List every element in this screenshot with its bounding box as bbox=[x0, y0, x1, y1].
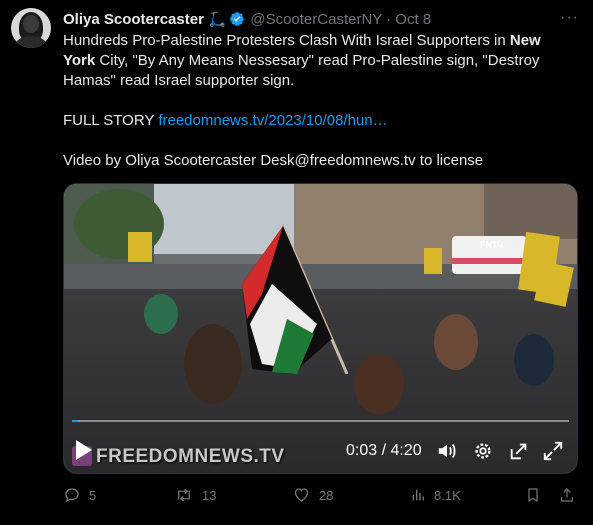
tweet-actions: 5 13 28 8.1K bbox=[63, 484, 581, 506]
palestine-flag bbox=[242, 224, 349, 374]
repost-icon bbox=[178, 488, 190, 502]
volume-icon[interactable] bbox=[436, 440, 458, 462]
protester-2 bbox=[184, 324, 242, 404]
repost-button[interactable]: 13 bbox=[174, 484, 216, 506]
full-story-line: FULL STORY freedomnews.tv/2023/10/08/hun… bbox=[63, 111, 573, 131]
heart-icon bbox=[294, 488, 309, 502]
author-avatar[interactable] bbox=[11, 8, 51, 48]
scooter-emoji: 🛴 bbox=[208, 10, 227, 27]
reply-button[interactable]: 5 bbox=[63, 484, 96, 506]
separator-dot: · bbox=[386, 10, 392, 28]
picture-in-picture-icon[interactable] bbox=[508, 440, 530, 462]
video-building-far bbox=[484, 184, 577, 239]
play-icon[interactable] bbox=[76, 440, 92, 460]
protester-5 bbox=[514, 334, 554, 386]
reply-icon bbox=[65, 488, 79, 503]
video-progress-bar[interactable] bbox=[72, 420, 569, 422]
views-count: 8.1K bbox=[434, 487, 461, 503]
repost-count: 13 bbox=[202, 487, 217, 503]
video-player[interactable]: FNTV FREEDOMNEWS.TV 0:03 / 4:20 bbox=[63, 183, 578, 474]
tweet-body: Hundreds Pro-Palestine Protesters Clash … bbox=[63, 31, 573, 91]
tweet-date[interactable]: Oct 8 bbox=[395, 11, 431, 28]
author-name[interactable]: Oliya Scootercaster bbox=[63, 11, 204, 28]
share-icon[interactable] bbox=[559, 486, 575, 504]
protester-3 bbox=[354, 354, 404, 414]
like-count: 28 bbox=[319, 487, 334, 503]
channel-bug: FNTV bbox=[480, 240, 504, 250]
truck-stripe bbox=[452, 258, 527, 264]
full-story-link[interactable]: freedomnews.tv/2023/10/08/hun… bbox=[158, 112, 387, 129]
views-chart-icon bbox=[412, 489, 424, 501]
protest-sign-left bbox=[128, 232, 152, 262]
reply-count: 5 bbox=[89, 487, 97, 503]
watermark-text: FREEDOMNEWS.TV bbox=[96, 446, 285, 467]
settings-gear-icon[interactable] bbox=[472, 440, 494, 462]
fullscreen-icon[interactable] bbox=[542, 440, 564, 462]
like-button[interactable]: 28 bbox=[292, 484, 333, 506]
tweet-header: Oliya Scootercaster 🛴 @ScooterCasterNY ·… bbox=[63, 9, 583, 29]
full-story-label: FULL STORY bbox=[63, 112, 159, 129]
bookmark-icon[interactable] bbox=[525, 486, 541, 504]
tweet-text-part1: Hundreds Pro-Palestine Protesters Clash … bbox=[63, 32, 510, 49]
views-button[interactable]: 8.1K bbox=[410, 484, 461, 506]
avatar-body bbox=[15, 36, 47, 48]
tweet-text-part2: City, "By Any Means Nessesary" read Pro-… bbox=[63, 52, 540, 89]
protest-sign-mid bbox=[424, 248, 442, 274]
video-credit: Video by Oliya Scootercaster Desk@freedo… bbox=[63, 152, 484, 169]
avatar-face bbox=[23, 15, 39, 33]
tweet-text: Hundreds Pro-Palestine Protesters Clash … bbox=[63, 31, 573, 171]
more-options-icon[interactable]: ··· bbox=[560, 9, 579, 27]
video-progress-fill bbox=[72, 420, 78, 422]
video-time: 0:03 / 4:20 bbox=[346, 442, 422, 459]
author-handle[interactable]: @ScooterCasterNY bbox=[250, 11, 382, 28]
video-watermark: FREEDOMNEWS.TV bbox=[70, 446, 285, 468]
protester-4 bbox=[434, 314, 478, 370]
verified-badge-icon[interactable] bbox=[229, 11, 245, 27]
protester-1 bbox=[144, 294, 178, 334]
